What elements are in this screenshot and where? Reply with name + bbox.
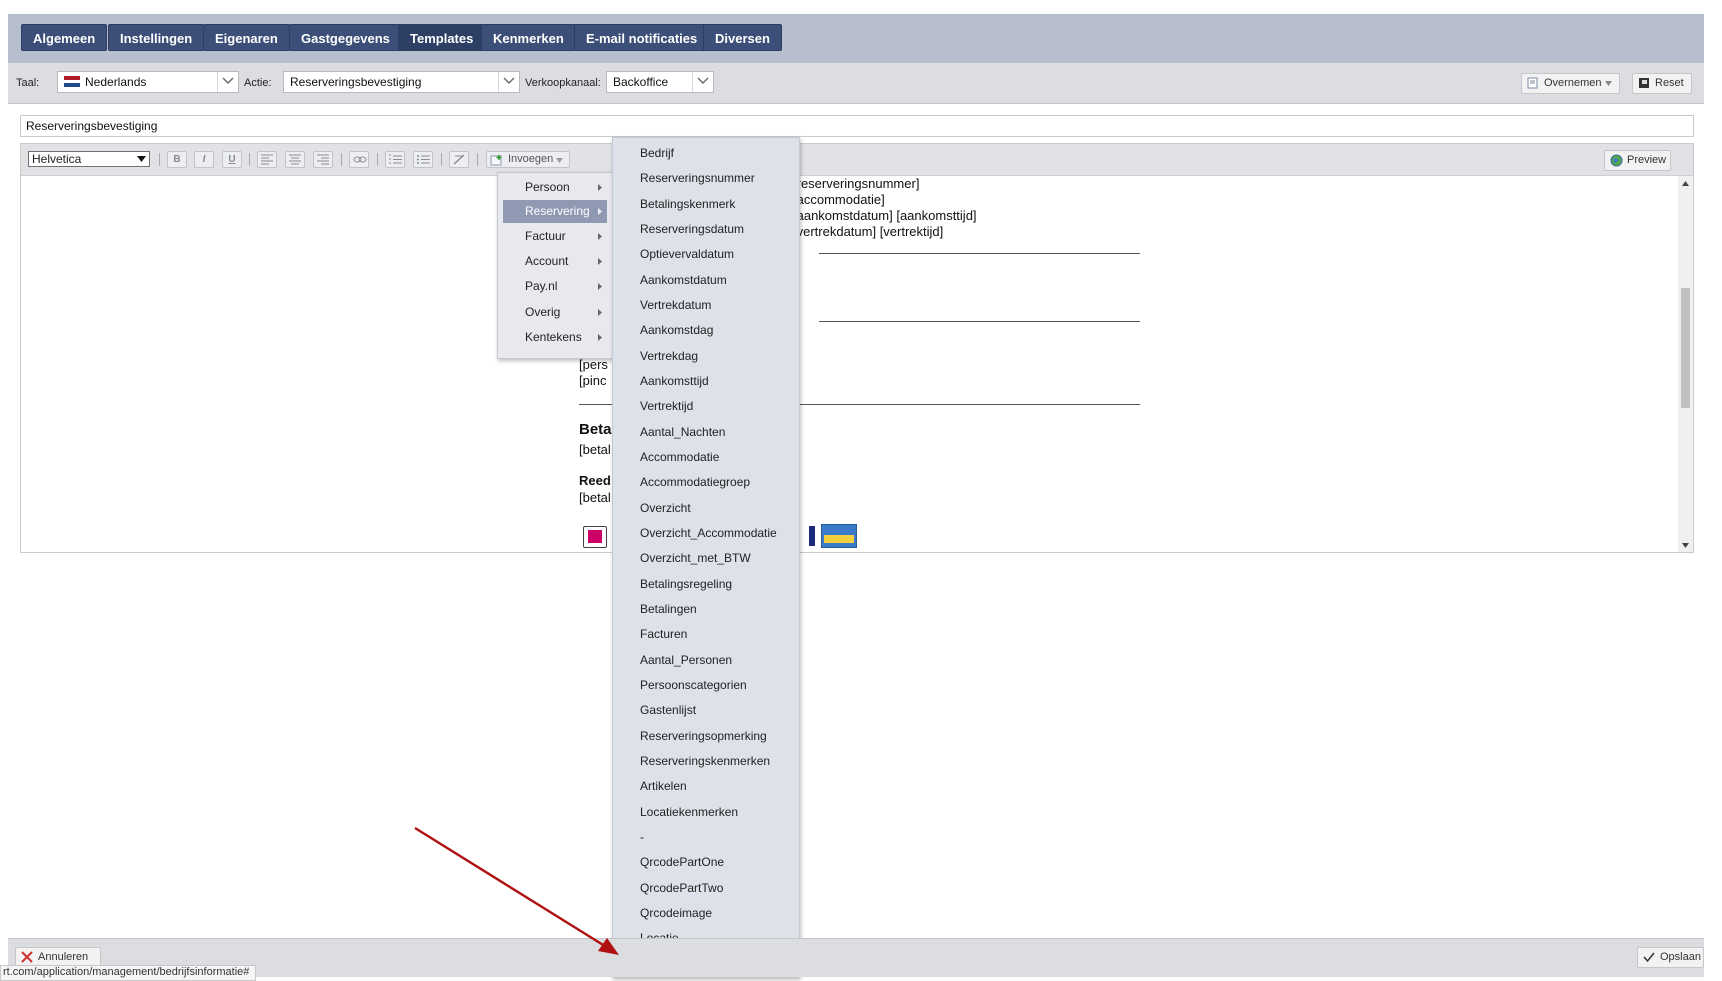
- annotation-arrow-icon: [414, 826, 619, 955]
